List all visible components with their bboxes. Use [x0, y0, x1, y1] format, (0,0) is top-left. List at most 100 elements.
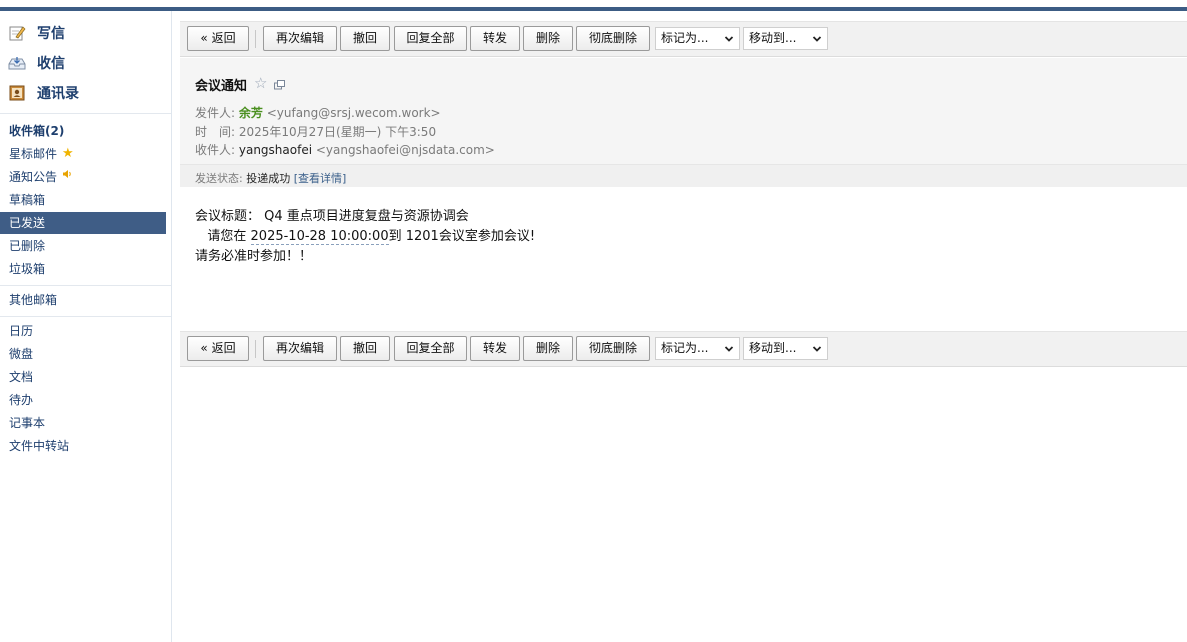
sidebar-item-deleted[interactable]: 已删除	[0, 235, 166, 257]
address-book-icon	[8, 84, 26, 102]
mail-subject: 会议通知	[195, 79, 248, 94]
chevron-down-icon	[724, 346, 734, 352]
chevron-down-icon	[812, 36, 822, 42]
sidebar-item-file-transfer[interactable]: 文件中转站	[0, 435, 166, 457]
body-line: 请您在 2025-10-28 10:00:00到 1201会议室参加会议!	[195, 227, 535, 247]
from-row: 发件人: 余芳 <yufang@srsj.wecom.work>	[195, 104, 441, 121]
delete-button[interactable]: 删除	[523, 26, 573, 51]
recipient-email: <yangshaofei@njsdata.com>	[315, 143, 495, 157]
star-outline-icon[interactable]: ☆	[254, 74, 267, 92]
toolbar-bottom: « 返回 再次编辑 撤回 回复全部 转发 删除 彻底删除 标记为... 移动到.…	[180, 331, 1187, 367]
recall-button[interactable]: 撤回	[340, 26, 390, 51]
sidebar-item-other-mailboxes[interactable]: 其他邮箱	[0, 289, 166, 311]
sidebar-item-label: 文档	[9, 370, 34, 384]
view-details-link[interactable]: [查看详情]	[294, 172, 347, 185]
star-icon: ★	[62, 146, 74, 161]
mail-header: 会议通知 ☆ 发件人: 余芳 <yufang@srsj.wecom.work> …	[180, 58, 1187, 164]
toolbar-top: « 返回 再次编辑 撤回 回复全部 转发 删除 彻底删除 标记为... 移动到.…	[180, 21, 1187, 57]
sidebar-divider	[0, 285, 171, 286]
body-text: 请您在	[195, 229, 251, 244]
sidebar-item-label: 垃圾箱	[9, 262, 46, 276]
sidebar-item-docs[interactable]: 文档	[0, 366, 166, 388]
sidebar-item-spam[interactable]: 垃圾箱	[0, 258, 166, 280]
sidebar-item-starred[interactable]: 星标邮件 ★	[0, 143, 166, 165]
status-label: 发送状态:	[195, 172, 243, 185]
receive-button[interactable]: 收信	[8, 51, 65, 75]
move-to-label: 移动到...	[749, 31, 797, 45]
move-to-label: 移动到...	[749, 341, 797, 355]
mail-view: « 返回 再次编辑 撤回 回复全部 转发 删除 彻底删除 标记为... 移动到.…	[180, 11, 1187, 642]
sidebar-item-drafts[interactable]: 草稿箱	[0, 189, 166, 211]
mail-body: 会议标题： Q4 重点项目进度复盘与资源协调会 请您在 2025-10-28 1…	[195, 207, 535, 267]
body-line: 会议标题： Q4 重点项目进度复盘与资源协调会	[195, 209, 469, 224]
sidebar-item-label: 待办	[9, 393, 34, 407]
toolbar-separator	[255, 30, 256, 48]
mark-as-label: 标记为...	[661, 341, 709, 355]
forward-button[interactable]: 转发	[470, 26, 520, 51]
reply-all-button[interactable]: 回复全部	[394, 26, 467, 51]
chevron-down-icon	[812, 346, 822, 352]
chevron-down-icon	[724, 36, 734, 42]
sender-name[interactable]: 余芳	[239, 106, 263, 120]
back-button[interactable]: « 返回	[187, 336, 249, 361]
sidebar: 写信 收信 通讯录 收件箱(2) 星标邮件 ★ 通知公告 草稿箱 已发送 已删除 …	[0, 11, 172, 642]
mark-as-label: 标记为...	[661, 31, 709, 45]
sent-time: 2025年10月27日(星期一) 下午3:50	[238, 125, 437, 139]
contacts-label: 通讯录	[37, 86, 79, 102]
sidebar-item-calendar[interactable]: 日历	[0, 320, 166, 342]
body-line: 请务必准时参加！！	[195, 249, 313, 264]
delete-button[interactable]: 删除	[523, 336, 573, 361]
sidebar-item-notices[interactable]: 通知公告	[0, 166, 166, 188]
forward-button[interactable]: 转发	[470, 336, 520, 361]
sidebar-item-label: 已发送	[9, 216, 46, 230]
compose-button[interactable]: 写信	[8, 21, 65, 45]
sidebar-divider	[0, 113, 171, 114]
recipient-name[interactable]: yangshaofei	[239, 143, 312, 157]
sidebar-item-label: 收件箱(2)	[9, 124, 65, 138]
delete-forever-button[interactable]: 彻底删除	[576, 26, 650, 51]
sidebar-item-label: 其他邮箱	[9, 293, 58, 307]
to-row: 收件人: yangshaofei <yangshaofei@njsdata.co…	[195, 141, 495, 158]
sidebar-item-label: 文件中转站	[9, 439, 70, 453]
toolbar-separator	[255, 340, 256, 358]
sidebar-item-drive[interactable]: 微盘	[0, 343, 166, 365]
sidebar-item-inbox[interactable]: 收件箱(2)	[0, 120, 166, 142]
sidebar-item-label: 已删除	[9, 239, 46, 253]
speaker-icon	[62, 166, 72, 188]
sidebar-item-label: 通知公告	[9, 170, 58, 184]
sidebar-item-todo[interactable]: 待办	[0, 389, 166, 411]
sidebar-item-label: 记事本	[9, 416, 46, 430]
sidebar-divider	[0, 316, 171, 317]
from-label: 发件人:	[195, 106, 236, 120]
move-to-dropdown[interactable]: 移动到...	[743, 337, 828, 360]
mark-as-dropdown[interactable]: 标记为...	[655, 337, 740, 360]
move-to-dropdown[interactable]: 移动到...	[743, 27, 828, 50]
open-new-window-icon[interactable]	[274, 80, 285, 90]
back-button[interactable]: « 返回	[187, 26, 249, 51]
sidebar-item-notes[interactable]: 记事本	[0, 412, 166, 434]
delete-forever-button[interactable]: 彻底删除	[576, 336, 650, 361]
to-label: 收件人:	[195, 143, 236, 157]
body-text: 到 1201会议室参加会议!	[388, 229, 536, 244]
mark-as-dropdown[interactable]: 标记为...	[655, 27, 740, 50]
contacts-button[interactable]: 通讯录	[8, 81, 79, 105]
compose-icon	[8, 24, 26, 42]
sidebar-item-label: 日历	[9, 324, 34, 338]
recall-button[interactable]: 撤回	[340, 336, 390, 361]
sidebar-item-label: 微盘	[9, 347, 34, 361]
inbox-tray-icon	[8, 54, 26, 72]
reply-all-button[interactable]: 回复全部	[394, 336, 467, 361]
meeting-datetime[interactable]: 2025-10-28 10:00:00	[250, 229, 389, 245]
delivery-status: 发送状态: 投递成功 [查看详情]	[195, 170, 346, 186]
edit-again-button[interactable]: 再次编辑	[263, 26, 337, 51]
time-row: 时 间: 2025年10月27日(星期一) 下午3:50	[195, 123, 436, 140]
compose-label: 写信	[37, 26, 65, 42]
top-bar	[0, 0, 1187, 11]
time-label: 时 间:	[195, 125, 236, 139]
delivery-status-bar: 发送状态: 投递成功 [查看详情]	[180, 164, 1187, 187]
sidebar-item-label: 草稿箱	[9, 193, 46, 207]
edit-again-button[interactable]: 再次编辑	[263, 336, 337, 361]
receive-label: 收信	[37, 56, 65, 72]
sidebar-item-sent[interactable]: 已发送	[0, 212, 166, 234]
sidebar-item-label: 星标邮件	[9, 147, 58, 161]
